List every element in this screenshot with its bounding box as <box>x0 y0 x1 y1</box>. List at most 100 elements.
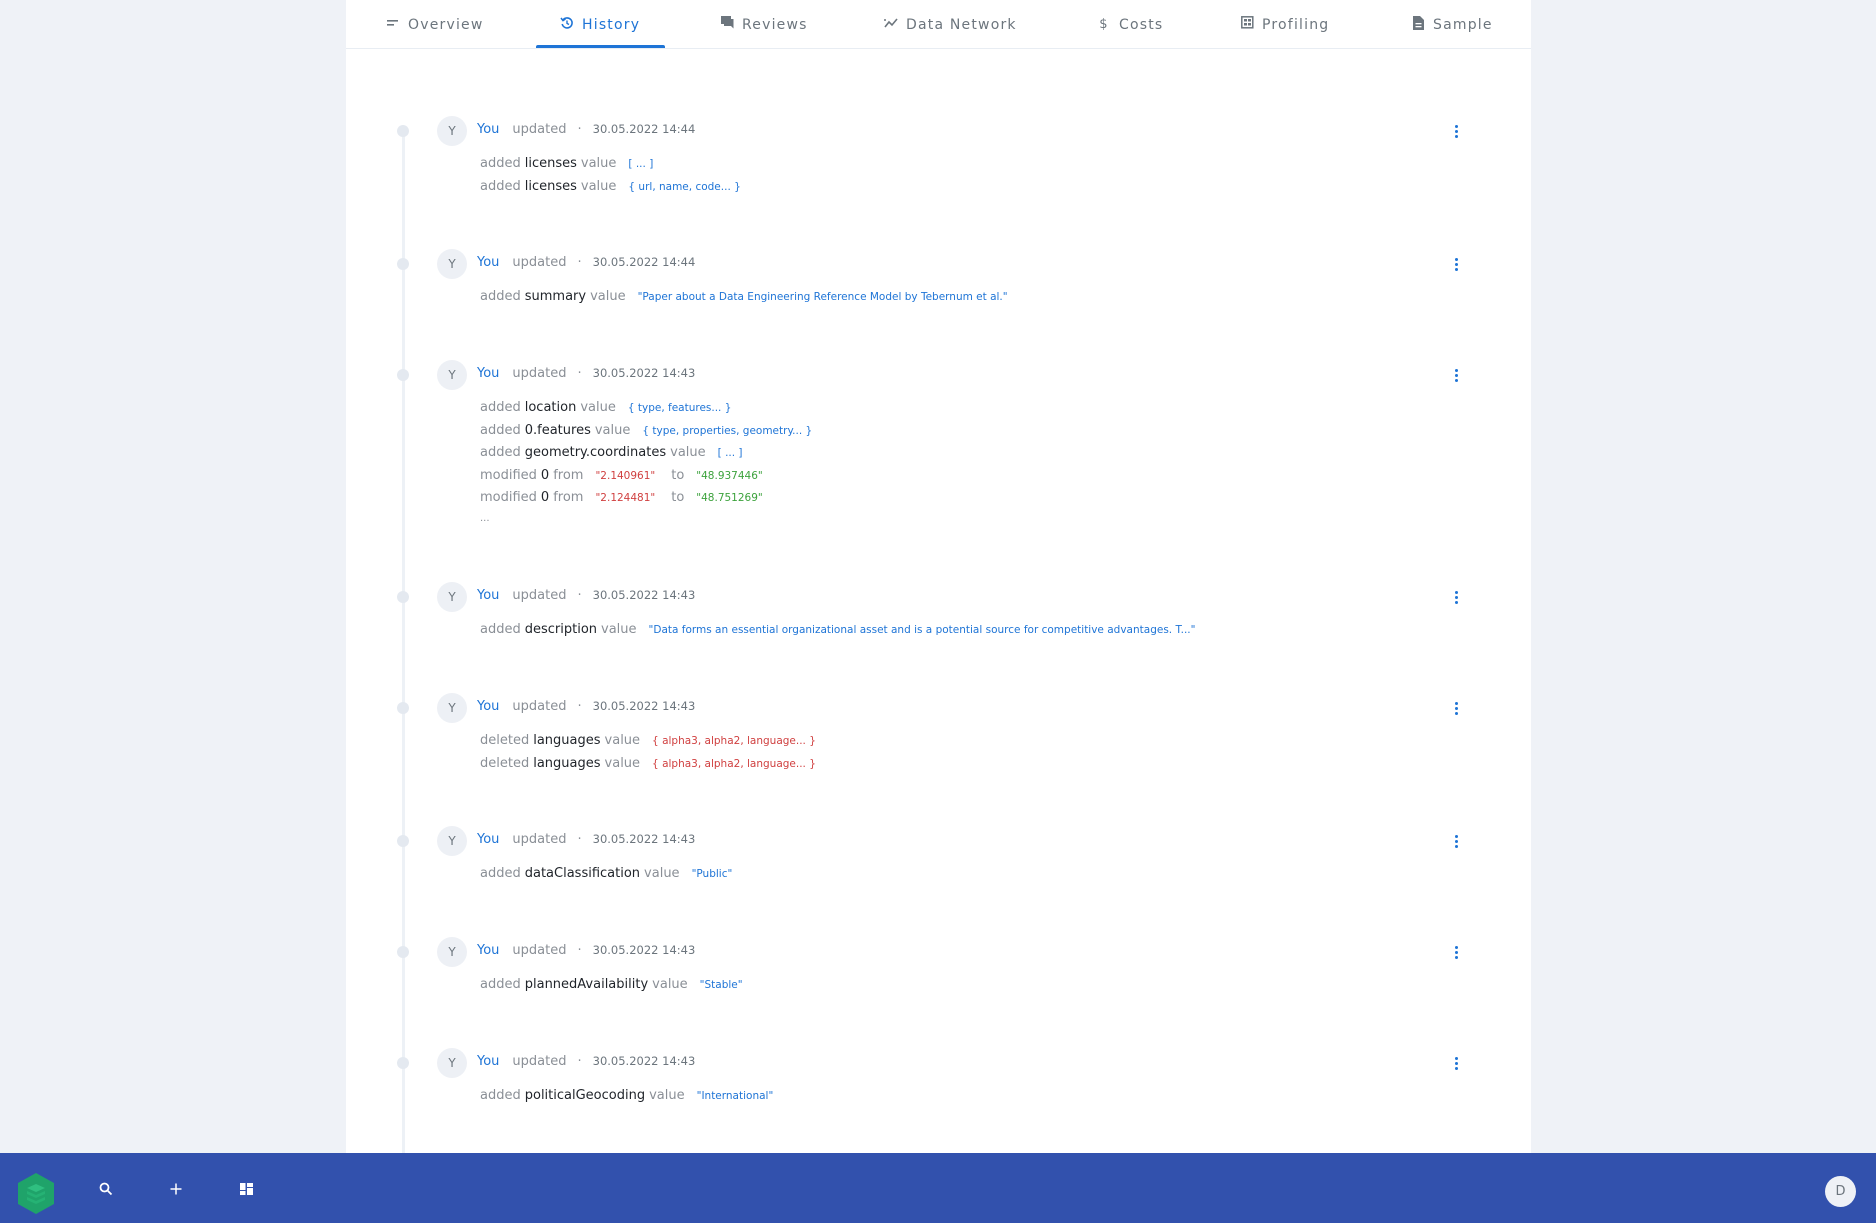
field-name: geometry.coordinates <box>524 445 667 460</box>
user-avatar[interactable]: D <box>1825 1176 1856 1207</box>
avatar: Y <box>437 937 467 967</box>
timeline-dot <box>397 258 409 270</box>
change-value[interactable]: "Data forms an essential organizational … <box>649 624 1196 636</box>
change-kind: added <box>480 866 521 881</box>
entry-header: You updated · 30.05.2022 14:43 <box>477 699 695 714</box>
change-value[interactable]: { type, properties, geometry... } <box>642 425 812 437</box>
search-icon[interactable] <box>94 1177 118 1201</box>
action-text: updated <box>512 699 567 714</box>
to-word: to <box>671 467 685 483</box>
user-link[interactable]: You <box>477 699 499 714</box>
more-options-icon[interactable] <box>1448 586 1464 608</box>
change-list: added licenses value [ ... ] added licen… <box>480 156 741 201</box>
tab-overview[interactable]: Overview <box>386 0 484 49</box>
user-link[interactable]: You <box>477 122 499 137</box>
entry-header: You updated · 30.05.2022 14:43 <box>477 943 695 958</box>
change-item: added location value { type, features...… <box>480 400 812 423</box>
field-name: 0.features <box>524 422 591 438</box>
app-logo[interactable] <box>16 1172 56 1215</box>
change-word: value <box>604 755 641 771</box>
change-kind: deleted <box>480 733 530 748</box>
more-options-icon[interactable] <box>1448 253 1464 275</box>
field-name: politicalGeocoding <box>524 1088 646 1103</box>
tab-reviews[interactable]: Reviews <box>720 0 808 49</box>
change-kind: added <box>480 178 521 194</box>
change-value[interactable]: "Paper about a Data Engineering Referenc… <box>638 291 1008 303</box>
tab-sample[interactable]: Sample <box>1411 0 1493 49</box>
change-value[interactable]: { alpha3, alpha2, language... } <box>652 735 816 747</box>
action-text: updated <box>512 255 567 270</box>
field-name: 0 <box>540 490 550 505</box>
change-word: value <box>601 622 637 637</box>
action-text: updated <box>512 122 567 137</box>
timestamp: 30.05.2022 14:44 <box>592 122 696 136</box>
add-icon[interactable] <box>164 1177 188 1201</box>
timestamp: 30.05.2022 14:43 <box>592 943 696 957</box>
change-item: deleted languages value { alpha3, alpha2… <box>480 756 816 779</box>
new-value: "48.751269" <box>696 492 763 504</box>
bottom-navigation-bar: D <box>0 1153 1876 1223</box>
tab-profiling[interactable]: Profiling <box>1240 0 1329 49</box>
action-text: updated <box>512 1054 567 1069</box>
timestamp: 30.05.2022 14:43 <box>592 366 696 380</box>
tab-history[interactable]: History <box>560 0 640 49</box>
timeline-dot <box>397 946 409 958</box>
change-value[interactable]: "Public" <box>692 868 733 880</box>
change-word: value <box>644 866 680 881</box>
change-value[interactable]: "International" <box>697 1090 774 1102</box>
more-options-icon[interactable] <box>1448 697 1464 719</box>
field-name: dataClassification <box>524 866 641 881</box>
change-item: deleted languages value { alpha3, alpha2… <box>480 733 816 756</box>
tab-costs[interactable]: $ Costs <box>1097 0 1163 49</box>
change-value[interactable]: { alpha3, alpha2, language... } <box>652 758 816 770</box>
change-value[interactable]: { type, features... } <box>628 402 732 414</box>
entry-header: You updated · 30.05.2022 14:43 <box>477 832 695 847</box>
user-link[interactable]: You <box>477 943 499 958</box>
change-list: added dataClassification value "Public" <box>480 866 732 889</box>
timeline-dot <box>397 125 409 137</box>
avatar: Y <box>437 582 467 612</box>
separator: · <box>577 832 582 847</box>
change-list: added summary value "Paper about a Data … <box>480 289 1008 312</box>
tab-bar: Overview History Reviews Data Network $ … <box>346 0 1531 49</box>
more-changes[interactable]: ... <box>480 513 812 533</box>
entry-header: You updated · 30.05.2022 14:43 <box>477 588 695 603</box>
tab-label: Costs <box>1119 16 1164 33</box>
change-item: added 0.features value { type, propertie… <box>480 423 812 446</box>
change-word: value <box>649 1088 685 1103</box>
change-item: added licenses value { url, name, code..… <box>480 179 741 202</box>
user-link[interactable]: You <box>477 832 499 847</box>
avatar: Y <box>437 116 467 146</box>
more-options-icon[interactable] <box>1448 830 1464 852</box>
tab-label: Reviews <box>742 16 808 33</box>
change-value[interactable]: [ ... ] <box>718 447 743 459</box>
user-link[interactable]: You <box>477 366 499 381</box>
change-value[interactable]: { url, name, code... } <box>628 181 740 193</box>
entry-header: You updated · 30.05.2022 14:43 <box>477 1054 695 1069</box>
dashboard-icon[interactable] <box>234 1177 258 1201</box>
user-link[interactable]: You <box>477 1054 499 1069</box>
change-list: added politicalGeocoding value "Internat… <box>480 1088 773 1111</box>
tab-data-network[interactable]: Data Network <box>884 0 1017 49</box>
field-name: languages <box>533 733 601 748</box>
user-link[interactable]: You <box>477 588 499 603</box>
change-item: modified 0 from "2.140961" to "48.937446… <box>480 468 812 491</box>
tab-label: Profiling <box>1262 16 1330 33</box>
change-kind: added <box>480 445 521 460</box>
change-kind: added <box>480 422 521 438</box>
change-value[interactable]: [ ... ] <box>628 158 653 170</box>
user-link[interactable]: You <box>477 255 499 270</box>
tab-label: Sample <box>1433 16 1493 33</box>
field-name: 0 <box>540 467 550 483</box>
change-value[interactable]: "Stable" <box>700 979 743 991</box>
more-options-icon[interactable] <box>1448 1052 1464 1074</box>
more-options-icon[interactable] <box>1448 120 1464 142</box>
change-item: added description value "Data forms an e… <box>480 622 1195 645</box>
more-options-icon[interactable] <box>1448 941 1464 963</box>
change-word: from <box>553 490 584 505</box>
change-kind: added <box>480 1088 521 1103</box>
action-text: updated <box>512 588 567 603</box>
change-kind: modified <box>480 467 537 483</box>
more-options-icon[interactable] <box>1448 364 1464 386</box>
timestamp: 30.05.2022 14:43 <box>592 699 696 713</box>
